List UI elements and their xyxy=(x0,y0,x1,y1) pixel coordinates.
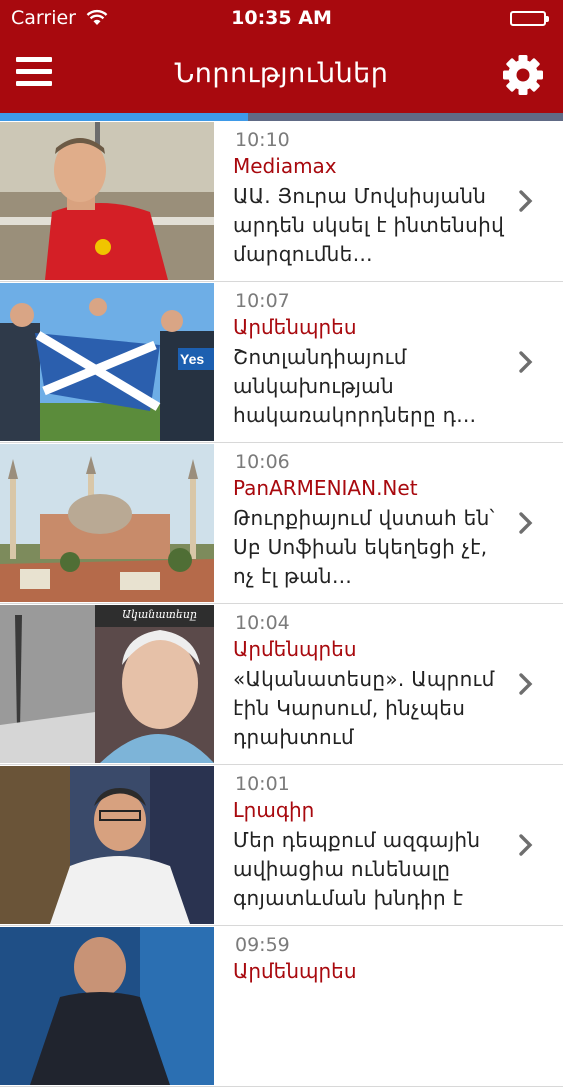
news-headline: «Ականատեսը». Ապրում էին Կարսում, ինչպես … xyxy=(233,667,495,749)
thumbnail-watermark: Ականատեսը xyxy=(122,608,197,621)
news-headline: ԱԱ. Յուրա Մովսիսյանն արդեն սկսել է ինտեն… xyxy=(233,184,505,266)
news-time: 10:07 xyxy=(235,290,290,312)
news-time: 10:01 xyxy=(235,773,290,795)
status-bar: Carrier 10:35 AM xyxy=(0,0,563,38)
news-item[interactable]: 10:10 Mediamax ԱԱ. Յուրա Մովսիսյանն արդե… xyxy=(0,121,563,282)
loading-progress-bar xyxy=(0,113,563,121)
chevron-right-icon xyxy=(519,351,533,373)
settings-button[interactable] xyxy=(502,54,544,96)
loading-progress-fill xyxy=(0,113,248,121)
news-thumbnail-football-player xyxy=(0,122,214,280)
chevron-right-icon xyxy=(519,673,533,695)
page-title: Նորություններ xyxy=(174,58,389,89)
news-time: 10:04 xyxy=(235,612,290,634)
status-time: 10:35 AM xyxy=(231,7,332,29)
news-time: 10:06 xyxy=(235,451,290,473)
news-source: Mediamax xyxy=(233,154,337,178)
news-thumbnail-man-portrait xyxy=(0,766,214,924)
news-thumbnail-man-at-conference xyxy=(0,927,214,1085)
news-item[interactable]: 10:06 PanARMENIAN.Net Թուրքիայում վստահ … xyxy=(0,443,563,604)
news-source: Արմենպրես xyxy=(233,959,357,983)
news-item[interactable]: Ականատեսը 10:04 Արմենպրես «Ականատեսը». Ա… xyxy=(0,604,563,765)
news-source: Արմենպրես xyxy=(233,637,357,661)
news-item[interactable]: 10:01 Լրագիր Մեր դեպքում ազգային ավիացիա… xyxy=(0,765,563,926)
svg-text:Yes: Yes xyxy=(180,351,204,367)
news-source: Արմենպրես xyxy=(233,315,357,339)
chevron-right-icon xyxy=(519,512,533,534)
news-thumbnail-hagia-sophia xyxy=(0,444,214,602)
news-item[interactable]: Yes 10:07 Արմենպրես Շոտլանդիայում անկախո… xyxy=(0,282,563,443)
battery-icon xyxy=(510,11,549,26)
news-time: 09:59 xyxy=(235,934,290,956)
gear-icon xyxy=(503,55,543,95)
news-item[interactable]: 09:59 Արմենպրես xyxy=(0,926,563,1087)
news-thumbnail-memorial-and-elderly-woman: Ականատեսը xyxy=(0,605,214,763)
news-list[interactable]: 10:10 Mediamax ԱԱ. Յուրա Մովսիսյանն արդե… xyxy=(0,121,563,1087)
chevron-right-icon xyxy=(519,190,533,212)
news-time: 10:10 xyxy=(235,129,290,151)
news-headline: Մեր դեպքում ազգային ավիացիա ունենալը գոյ… xyxy=(233,828,481,910)
news-headline: Թուրքիայում վստահ են՝ Սբ Սոֆիան եկեղեցի … xyxy=(233,506,495,588)
news-headline: Շոտլանդիայում անկախության հակառակորդները… xyxy=(233,345,477,427)
news-thumbnail-scotland-flag: Yes xyxy=(0,283,214,441)
chevron-right-icon xyxy=(519,834,533,856)
news-source: Լրագիր xyxy=(233,798,315,822)
navigation-bar: Carrier 10:35 AM Նորություններ xyxy=(0,0,563,116)
news-source: PanARMENIAN.Net xyxy=(233,476,418,500)
